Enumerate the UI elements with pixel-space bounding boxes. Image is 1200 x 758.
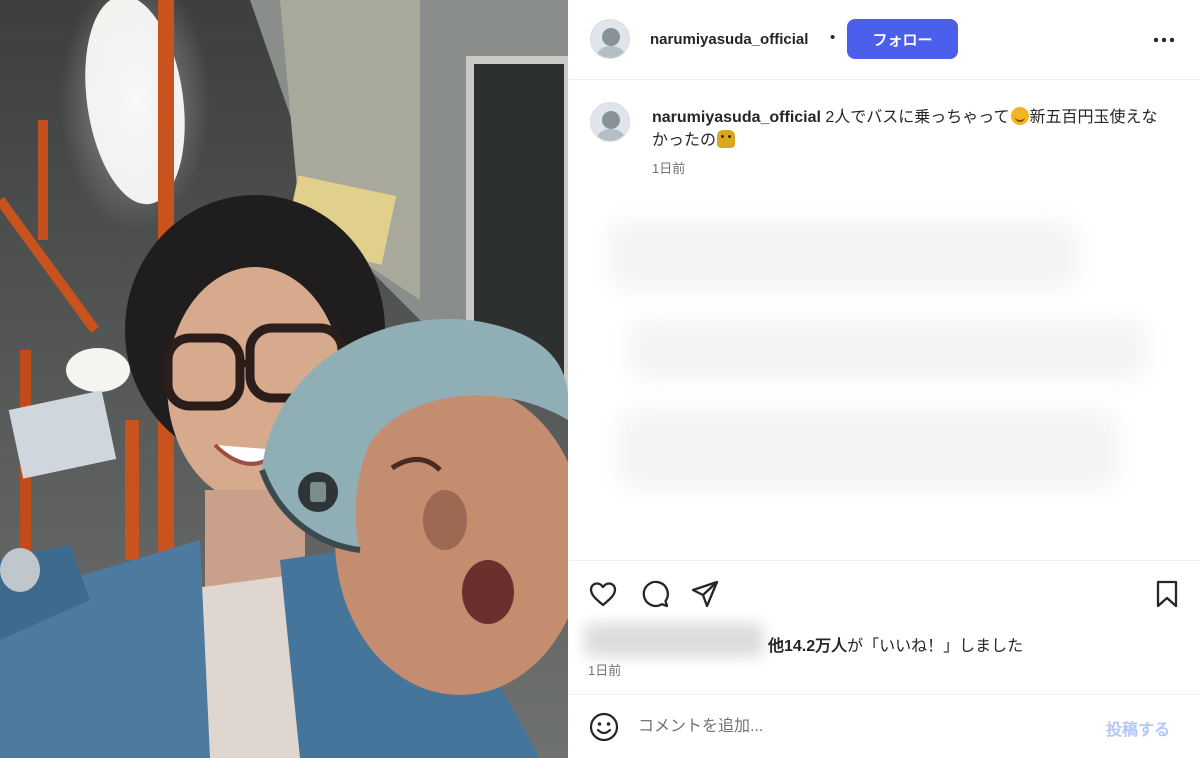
avatar-image	[591, 103, 629, 141]
follow-button[interactable]: フォロー	[847, 19, 958, 59]
comment-bar: 投稿する	[568, 694, 1200, 758]
post-header: narumiyasuda_official • フォロー	[568, 0, 1200, 80]
caption-timestamp: 1日前	[652, 161, 686, 176]
smiling-face-emoji-icon	[1010, 107, 1029, 125]
more-options-icon[interactable]	[1152, 30, 1176, 50]
comment-icon[interactable]	[640, 579, 670, 609]
likes-summary[interactable]: 他14.2万人が「いいね！」しました	[768, 632, 1023, 656]
blurred-likers	[584, 623, 764, 657]
bus-selfie-image	[0, 0, 568, 758]
comment-input[interactable]	[638, 709, 1088, 745]
emoji-icon[interactable]	[588, 711, 620, 743]
post-timestamp: 1日前	[588, 663, 622, 678]
header-separator: •	[830, 29, 836, 46]
heart-icon[interactable]	[588, 579, 618, 609]
post-comment-button[interactable]: 投稿する	[1106, 716, 1170, 740]
avatar-image	[591, 20, 629, 58]
caption-text: narumiyasuda_official 2人でバスに乗っちゃって 新五百円玉使…	[652, 106, 1172, 152]
likes-suffix: が「いいね！」しました	[847, 638, 1024, 655]
header-username[interactable]: narumiyasuda_official	[650, 31, 808, 48]
caption-area: narumiyasuda_official 2人でバスに乗っちゃって 新五百円玉使…	[568, 80, 1200, 550]
share-icon[interactable]	[690, 579, 720, 609]
post-photo[interactable]	[0, 0, 568, 758]
blurred-comments	[588, 190, 1178, 530]
likes-count: 他14.2万人	[768, 638, 848, 655]
avatar[interactable]	[590, 19, 630, 59]
bookmark-icon[interactable]	[1152, 579, 1182, 609]
post-side-panel: narumiyasuda_official • フォロー narumiyasud…	[568, 0, 1200, 758]
caption-avatar[interactable]	[590, 102, 630, 142]
post-actions: 他14.2万人が「いいね！」しました 1日前	[568, 560, 1200, 690]
sweating-face-emoji-icon	[717, 130, 736, 148]
caption-text-part1: 2人でバスに乗っちゃって	[820, 109, 1010, 126]
caption-username[interactable]: narumiyasuda_official	[652, 109, 821, 126]
